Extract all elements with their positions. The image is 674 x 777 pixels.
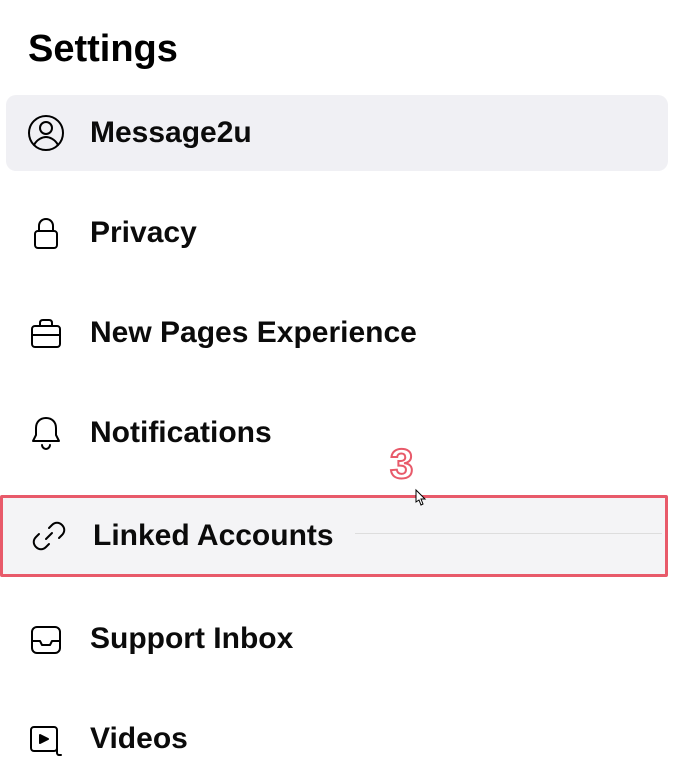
menu-item-label: Message2u bbox=[90, 116, 252, 150]
menu-item-label: Linked Accounts bbox=[93, 519, 334, 553]
inbox-icon bbox=[24, 617, 68, 661]
menu-item-label: Support Inbox bbox=[90, 622, 293, 656]
menu-item-message2u[interactable]: Message2u bbox=[6, 95, 668, 171]
menu-item-label: Videos bbox=[90, 722, 188, 756]
menu-item-support-inbox[interactable]: Support Inbox bbox=[6, 601, 668, 677]
menu-item-videos[interactable]: Videos bbox=[6, 701, 668, 777]
lock-icon bbox=[24, 211, 68, 255]
menu-item-label: Notifications bbox=[90, 416, 272, 450]
bell-icon bbox=[24, 411, 68, 455]
divider bbox=[355, 533, 662, 534]
menu-item-notifications[interactable]: Notifications bbox=[6, 395, 668, 471]
link-icon bbox=[27, 514, 71, 558]
video-icon bbox=[24, 717, 68, 761]
page-title: Settings bbox=[0, 0, 674, 95]
person-icon bbox=[24, 111, 68, 155]
menu-item-linked-accounts[interactable]: Linked Accounts bbox=[0, 495, 668, 577]
settings-menu: Message2u Privacy New Pages Experience N… bbox=[0, 95, 674, 777]
menu-item-label: Privacy bbox=[90, 216, 197, 250]
menu-item-label: New Pages Experience bbox=[90, 316, 417, 350]
menu-item-new-pages-experience[interactable]: New Pages Experience bbox=[6, 295, 668, 371]
briefcase-icon bbox=[24, 311, 68, 355]
menu-item-privacy[interactable]: Privacy bbox=[6, 195, 668, 271]
